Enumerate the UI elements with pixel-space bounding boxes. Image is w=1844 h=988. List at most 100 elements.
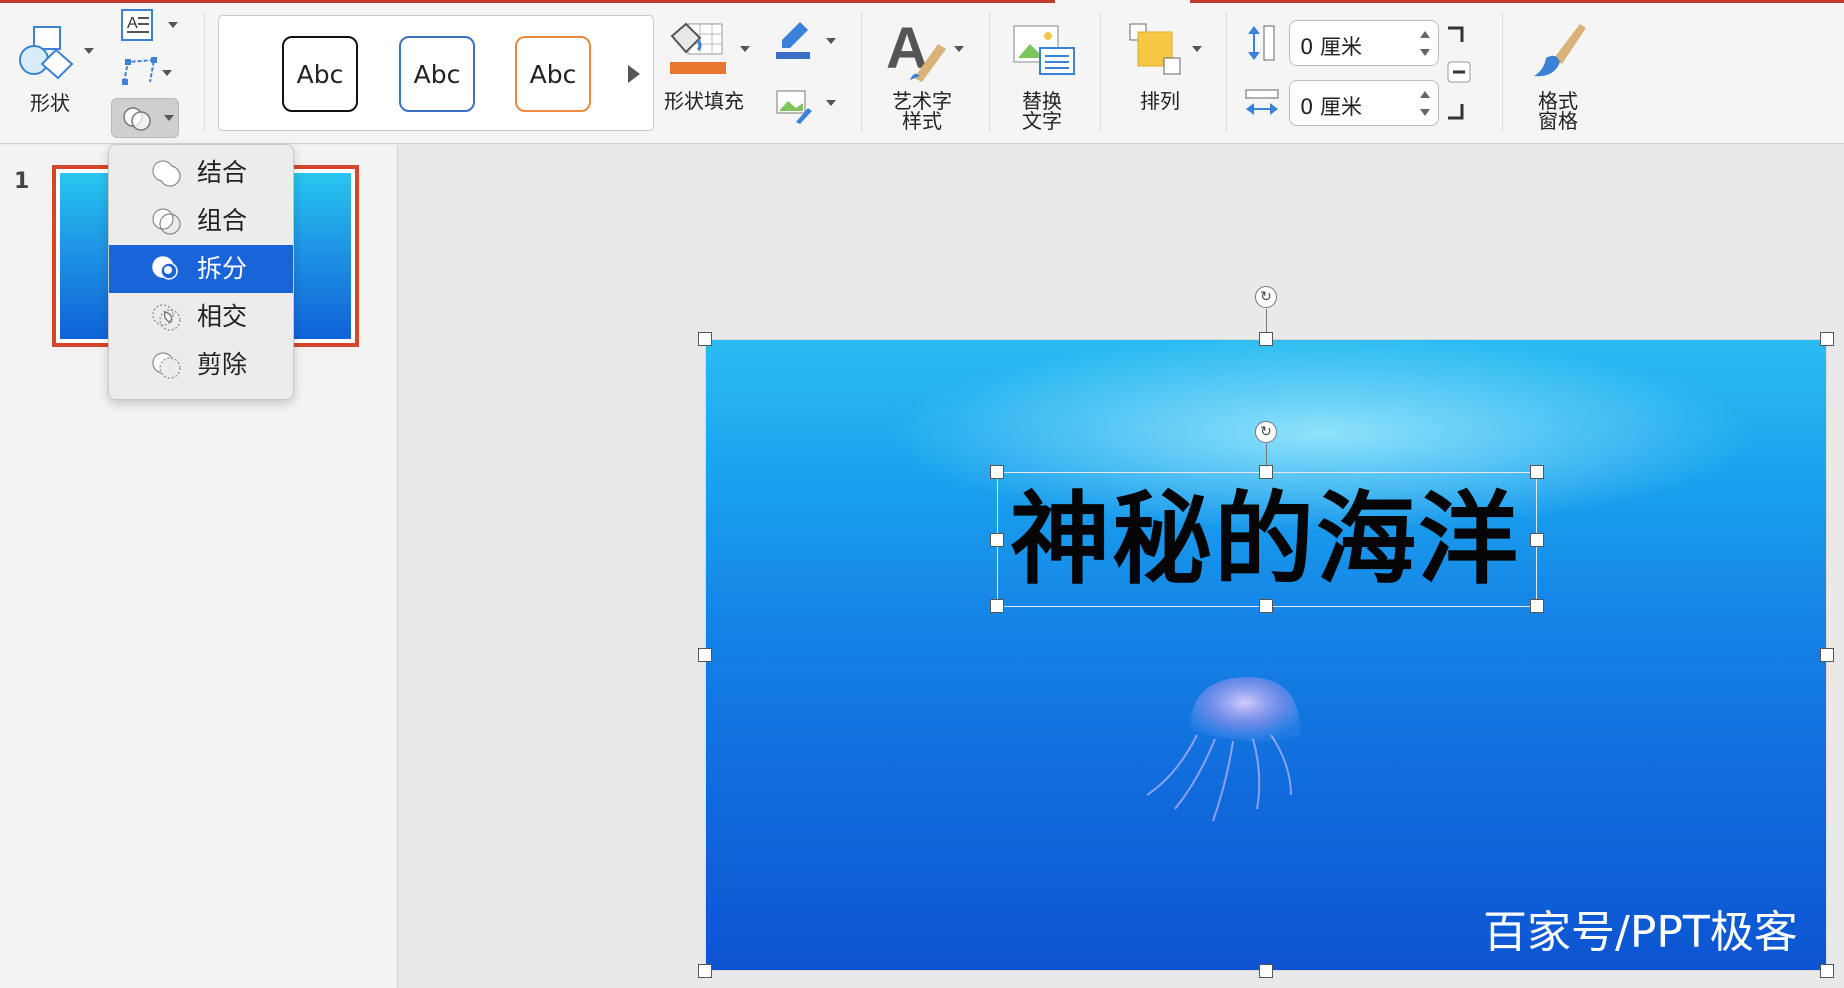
edit-points-icon: [122, 57, 157, 85]
chevron-down-icon: [1192, 46, 1202, 52]
height-field[interactable]: 0 厘米: [1289, 20, 1439, 66]
resize-handle[interactable]: [1820, 332, 1834, 346]
arrange-label: 排列: [1140, 89, 1180, 113]
style-preset-label: Abc: [296, 59, 344, 89]
fragment-icon: [152, 256, 178, 280]
chevron-down-icon: [740, 46, 750, 52]
rotate-icon[interactable]: ↻: [1255, 286, 1277, 308]
wordart-icon: A: [886, 18, 946, 82]
resize-handle[interactable]: [1530, 533, 1544, 547]
paint-bucket-icon: [670, 22, 726, 74]
menu-item-intersect[interactable]: 相交: [109, 293, 293, 341]
resize-handle[interactable]: [1259, 332, 1273, 346]
resize-handle[interactable]: [1820, 648, 1834, 662]
ribbon-top-accent: [1190, 0, 1844, 3]
chevron-down-icon: [954, 46, 964, 52]
picture-effects-icon: [776, 90, 812, 124]
merge-shapes-button[interactable]: [111, 98, 179, 138]
resize-handle[interactable]: [1259, 465, 1273, 479]
resize-handle[interactable]: [1259, 964, 1273, 978]
arrange-button[interactable]: 排列: [1124, 16, 1214, 116]
increase-icon[interactable]: [1420, 91, 1430, 98]
format-pane-button[interactable]: 格式 窗格: [1520, 16, 1596, 134]
format-pane-label: 窗格: [1538, 109, 1578, 133]
paintbrush-icon: [1534, 24, 1586, 77]
merge-shapes-menu: 结合 组合 拆分 相交 剪除: [108, 144, 294, 400]
resize-handle[interactable]: [990, 465, 1004, 479]
arrange-icon: [1129, 23, 1181, 75]
shape-styles-gallery: Abc Abc Abc: [218, 15, 654, 131]
merge-shapes-icon: [123, 107, 151, 131]
chevron-down-icon: [84, 48, 94, 54]
style-preset-black[interactable]: Abc: [282, 36, 358, 112]
text-box-icon: A: [121, 9, 153, 41]
resize-handle[interactable]: [698, 332, 712, 346]
resize-handle[interactable]: [1820, 964, 1834, 978]
menu-item-fragment[interactable]: 拆分: [109, 245, 293, 293]
menu-item-subtract[interactable]: 剪除: [109, 341, 293, 389]
resize-handle[interactable]: [1530, 599, 1544, 613]
menu-item-label: 相交: [197, 302, 248, 331]
union-icon: [152, 160, 181, 187]
resize-handle[interactable]: [698, 648, 712, 662]
resize-handle[interactable]: [1259, 599, 1273, 613]
divider: [1502, 12, 1503, 132]
wordart-label: 样式: [902, 109, 942, 133]
alt-text-button[interactable]: 替换 文字: [1008, 16, 1078, 134]
rotate-icon[interactable]: ↻: [1255, 421, 1277, 443]
alt-text-icon: [1013, 25, 1075, 75]
shape-fill-button[interactable]: 形状填充: [662, 16, 754, 116]
style-preset-label: Abc: [413, 59, 461, 89]
menu-item-label: 组合: [197, 206, 248, 235]
shapes-icon: [19, 26, 74, 80]
combine-icon: [152, 208, 181, 235]
divider: [1226, 12, 1227, 132]
chevron-down-icon: [826, 38, 836, 44]
resize-handle[interactable]: [1530, 465, 1544, 479]
menu-item-union[interactable]: 结合: [109, 149, 293, 197]
resize-handle[interactable]: [698, 964, 712, 978]
menu-item-label: 结合: [197, 158, 248, 187]
shape-effects-button[interactable]: [774, 88, 840, 128]
shape-outline-button[interactable]: [774, 20, 840, 60]
chevron-down-icon: [826, 100, 836, 106]
height-icon: [1248, 25, 1275, 61]
menu-item-combine[interactable]: 组合: [109, 197, 293, 245]
divider: [1100, 12, 1101, 132]
svg-text:A: A: [127, 15, 138, 32]
style-preset-blue[interactable]: Abc: [399, 36, 475, 112]
increase-icon[interactable]: [1420, 31, 1430, 38]
ribbon: 形状 A Abc Abc Abc 形状填充 A 艺术字 样式 替换 文字 排列 …: [0, 0, 1844, 144]
edit-shape-button[interactable]: [120, 56, 180, 90]
resize-handle[interactable]: [990, 599, 1004, 613]
width-icon: [1245, 89, 1279, 115]
width-field[interactable]: 0 厘米: [1289, 80, 1439, 126]
chevron-down-icon: [164, 115, 174, 121]
subtract-icon: [152, 352, 181, 379]
slide-number: 1: [14, 169, 30, 194]
decrease-icon[interactable]: [1420, 109, 1430, 116]
style-preset-label: Abc: [529, 59, 577, 89]
wordart-styles-button[interactable]: A 艺术字 样式: [882, 16, 972, 134]
watermark-text: 百家号/PPT极客: [1483, 907, 1798, 958]
shape-button[interactable]: 形状: [14, 18, 94, 118]
gallery-more-icon[interactable]: [628, 65, 640, 83]
menu-item-label: 剪除: [197, 350, 248, 379]
menu-item-label: 拆分: [197, 254, 248, 283]
lock-aspect-ratio-icon[interactable]: [1446, 26, 1472, 120]
title-selection-outline: [997, 472, 1537, 607]
intersect-icon: [152, 304, 181, 331]
divider: [204, 12, 205, 132]
shape-fill-label: 形状填充: [664, 89, 744, 113]
height-value: 0 厘米: [1300, 35, 1363, 59]
alt-text-label: 文字: [1022, 109, 1062, 133]
resize-handle[interactable]: [990, 533, 1004, 547]
chevron-down-icon: [168, 22, 178, 28]
text-box-button[interactable]: A: [120, 8, 180, 44]
divider: [861, 12, 862, 132]
pen-icon: [776, 22, 810, 59]
shape-label: 形状: [30, 91, 70, 115]
divider: [989, 12, 990, 132]
style-preset-orange[interactable]: Abc: [515, 36, 591, 112]
decrease-icon[interactable]: [1420, 49, 1430, 56]
